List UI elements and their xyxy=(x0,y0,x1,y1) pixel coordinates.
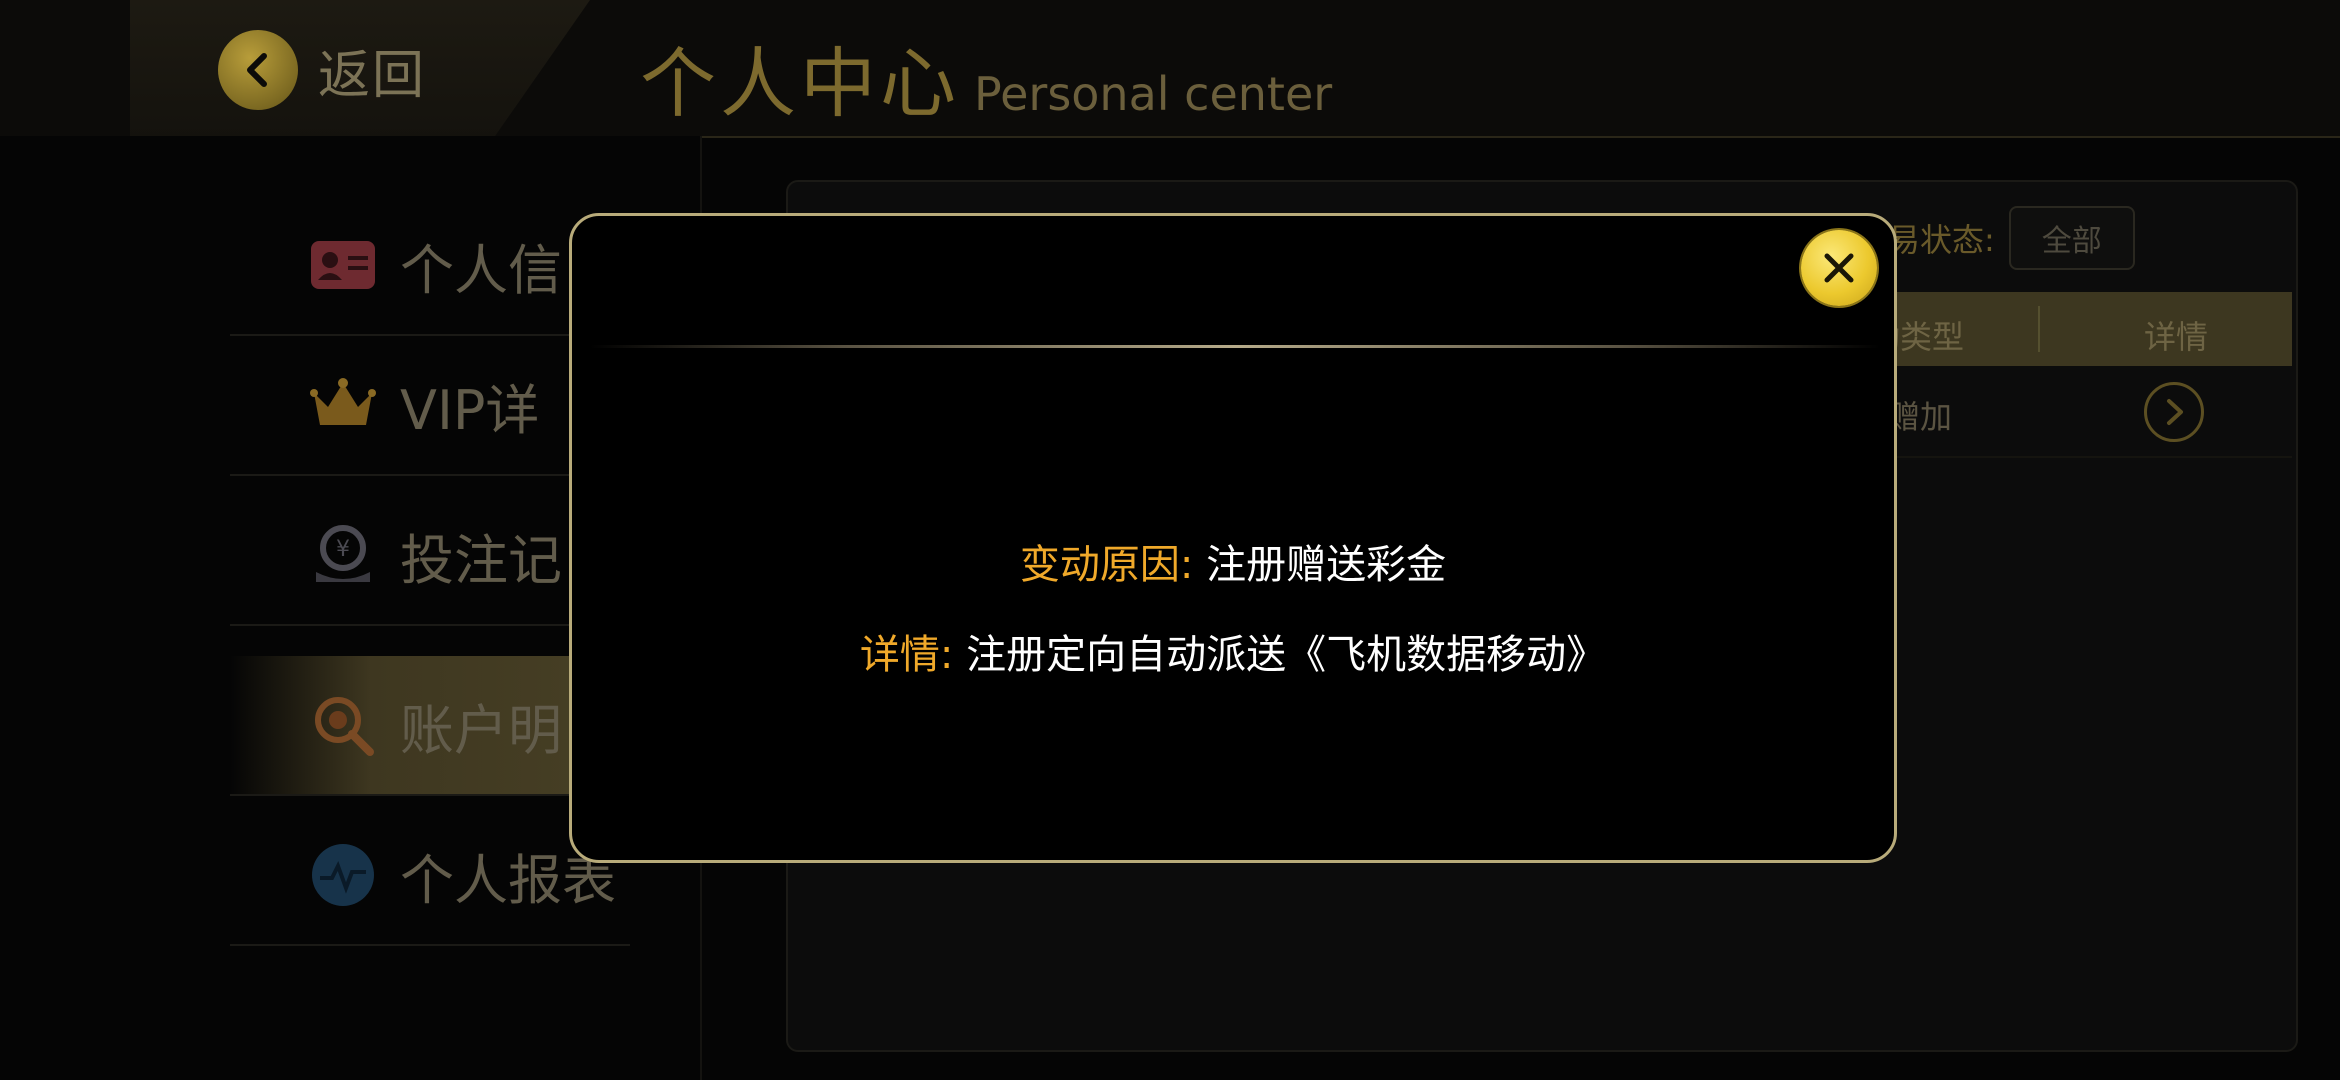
sidebar-item-label: VIP详 xyxy=(400,378,540,442)
table-cell-type: 赠加 xyxy=(1888,398,1953,436)
modal-divider xyxy=(590,345,1880,348)
sidebar-item-label: 账户明 xyxy=(400,698,562,762)
status-filter: 易状态: 全部 xyxy=(1888,206,2135,270)
page-title-en: Personal center xyxy=(974,67,1333,121)
svg-text:¥: ¥ xyxy=(336,537,350,562)
modal-reason-value: 注册赠送彩金 xyxy=(1206,542,1447,588)
column-divider xyxy=(2038,306,2040,352)
detail-chevron-icon[interactable] xyxy=(2144,382,2204,442)
modal-detail-line: 详情: 注册定向自动派送《飞机数据移动》 xyxy=(569,622,1897,680)
modal-reason-label: 变动原因: xyxy=(1019,542,1194,588)
account-detail-icon xyxy=(310,692,376,758)
back-button[interactable]: 返回 xyxy=(218,30,426,110)
crown-icon xyxy=(310,372,376,438)
report-chart-icon xyxy=(310,842,376,908)
header-bar: 返回 个人中心 Personal center xyxy=(0,0,2340,145)
page-title-cn: 个人中心 xyxy=(640,39,960,128)
status-filter-label: 易状态: xyxy=(1888,221,1995,259)
modal-detail-label: 详情: xyxy=(859,632,954,678)
modal-detail-value: 注册定向自动派送《飞机数据移动》 xyxy=(966,632,1607,678)
close-icon[interactable] xyxy=(1801,230,1877,306)
back-label: 返回 xyxy=(318,45,427,106)
id-card-icon xyxy=(310,232,376,298)
chevron-left-icon xyxy=(218,30,298,110)
sidebar-item-label: 个人信 xyxy=(400,238,562,302)
page-title: 个人中心 Personal center xyxy=(640,22,1332,132)
sidebar-item-label: 投注记 xyxy=(400,528,562,592)
bet-record-icon: ¥ xyxy=(310,522,376,588)
app-root: 返回 个人中心 Personal center 个人信 VIP详 ¥ 投注记 账… xyxy=(0,0,2340,1080)
modal-reason-line: 变动原因: 注册赠送彩金 xyxy=(569,532,1897,590)
column-header-detail: 详情 xyxy=(2144,318,2209,356)
status-filter-select[interactable]: 全部 xyxy=(2008,206,2135,270)
